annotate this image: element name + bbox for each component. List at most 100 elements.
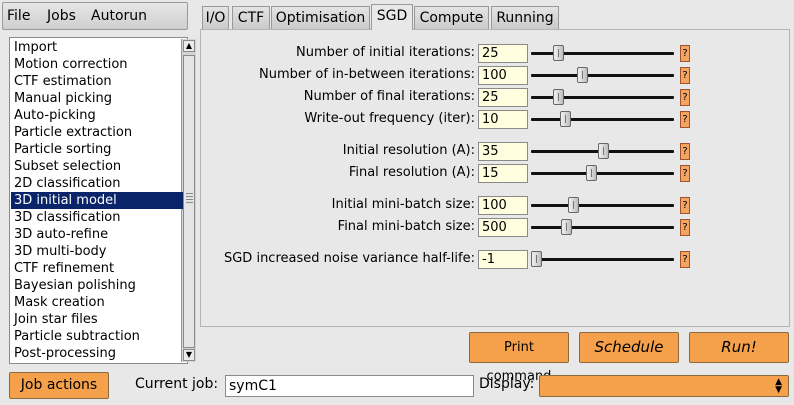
display-select[interactable]: ▲ ▼ — [539, 375, 789, 397]
field-slider[interactable] — [529, 218, 676, 237]
field-label: Initial resolution (A): — [342, 143, 475, 158]
field-slider[interactable] — [529, 88, 676, 107]
slider-knob[interactable] — [553, 45, 564, 61]
job-list-scrollbar[interactable]: ▲ ▼ — [181, 39, 196, 362]
scroll-thumb[interactable] — [183, 55, 195, 348]
job-list-item[interactable]: Subset selection — [14, 158, 121, 175]
slider-track — [531, 74, 674, 77]
grip-line — [186, 199, 193, 200]
field-slider[interactable] — [529, 66, 676, 85]
field-slider[interactable] — [529, 164, 676, 183]
job-list-item[interactable]: 3D auto-refine — [14, 226, 108, 243]
help-button[interactable]: ? — [680, 219, 690, 236]
field-label: SGD increased noise variance half-life: — [223, 251, 475, 266]
print-command-button[interactable]: Print command — [469, 332, 569, 384]
grip-line — [186, 196, 193, 197]
up-down-arrows-icon: ▲ ▼ — [775, 377, 782, 395]
slider-knob[interactable] — [561, 219, 572, 235]
job-list-item[interactable]: 2D classification — [14, 175, 121, 192]
field-slider[interactable] — [529, 250, 676, 269]
field-value-input[interactable]: 25 — [478, 44, 528, 63]
help-button[interactable]: ? — [680, 197, 690, 214]
field-value-input[interactable]: 100 — [478, 66, 528, 85]
job-actions-button[interactable]: Job actions — [9, 372, 109, 399]
field-value-input[interactable]: 100 — [478, 196, 528, 215]
job-list-item[interactable]: Particle extraction — [14, 124, 132, 141]
tab-optimisation[interactable]: Optimisation — [271, 6, 370, 29]
job-list-item[interactable]: Join star files — [14, 311, 98, 328]
help-button[interactable]: ? — [680, 251, 690, 268]
slider-knob[interactable] — [577, 67, 588, 83]
slider-track — [531, 118, 674, 121]
display-label: Display: — [479, 376, 535, 392]
job-list-item[interactable]: 3D classification — [14, 209, 121, 226]
field-value-input[interactable]: 15 — [478, 164, 528, 183]
triangle-up-icon: ▲ — [185, 41, 193, 50]
field-label: Final resolution (A): — [348, 165, 475, 180]
field-label: Initial mini-batch size: — [331, 197, 475, 212]
tab-i-o[interactable]: I/O — [202, 6, 229, 29]
job-list-item[interactable]: Import — [14, 39, 57, 56]
field-slider[interactable] — [529, 110, 676, 129]
job-list-item[interactable]: 3D multi-body — [14, 243, 106, 260]
field-label: Final mini-batch size: — [337, 219, 475, 234]
field-value-input[interactable]: -1 — [478, 250, 528, 269]
menu-jobs[interactable]: Jobs — [47, 8, 76, 24]
help-button[interactable]: ? — [680, 143, 690, 160]
job-list-item[interactable]: Mask creation — [14, 294, 105, 311]
field-slider[interactable] — [529, 142, 676, 161]
help-button[interactable]: ? — [680, 89, 690, 106]
job-list-item[interactable]: Particle subtraction — [14, 328, 140, 345]
field-value-input[interactable]: 35 — [478, 142, 528, 161]
help-button[interactable]: ? — [680, 45, 690, 62]
tab-sgd[interactable]: SGD — [371, 4, 413, 30]
slider-knob[interactable] — [568, 197, 579, 213]
slider-knob[interactable] — [598, 143, 609, 159]
job-list-item[interactable]: Auto-picking — [14, 107, 96, 124]
job-list-item[interactable]: Manual picking — [14, 90, 112, 107]
tab-running[interactable]: Running — [491, 6, 559, 29]
job-list-item[interactable]: Post-processing — [14, 345, 116, 362]
triangle-down-icon: ▼ — [185, 350, 193, 359]
help-button[interactable]: ? — [680, 165, 690, 182]
tab-compute[interactable]: Compute — [414, 6, 489, 29]
field-slider[interactable] — [529, 44, 676, 63]
slider-track — [531, 226, 674, 229]
tab-ctf[interactable]: CTF — [232, 6, 270, 29]
slider-knob[interactable] — [586, 165, 597, 181]
scroll-down-button[interactable]: ▼ — [183, 349, 195, 361]
job-list-item[interactable]: Particle sorting — [14, 141, 111, 158]
job-list-item[interactable]: 3D initial model — [11, 192, 183, 209]
menu-autorun[interactable]: Autorun — [91, 8, 147, 24]
slider-knob[interactable] — [553, 89, 564, 105]
field-label: Write-out frequency (iter): — [304, 111, 475, 126]
slider-knob[interactable] — [560, 111, 571, 127]
job-list-item[interactable]: CTF refinement — [14, 260, 114, 277]
field-value-input[interactable]: 500 — [478, 218, 528, 237]
field-label: Number of in-between iterations: — [259, 67, 475, 82]
help-button[interactable]: ? — [680, 111, 690, 128]
schedule-button[interactable]: Schedule — [579, 332, 679, 363]
slider-track — [531, 258, 674, 261]
grip-line — [186, 202, 193, 203]
job-list-item[interactable]: Bayesian polishing — [14, 277, 136, 294]
current-job-input[interactable]: symC1 — [225, 375, 474, 397]
field-value-input[interactable]: 25 — [478, 88, 528, 107]
field-label: Number of initial iterations: — [296, 45, 475, 60]
job-list-item[interactable]: CTF estimation — [14, 73, 112, 90]
slider-track — [531, 172, 674, 175]
menu-file[interactable]: File — [7, 8, 30, 24]
grip-line — [186, 193, 193, 194]
current-job-label: Current job: — [135, 376, 219, 392]
run-button[interactable]: Run! — [689, 332, 789, 363]
slider-knob[interactable] — [531, 251, 542, 267]
scroll-up-button[interactable]: ▲ — [183, 40, 195, 52]
slider-track — [531, 204, 674, 207]
menubar: File Jobs Autorun — [2, 2, 188, 30]
field-label: Number of final iterations: — [303, 89, 475, 104]
field-slider[interactable] — [529, 196, 676, 215]
field-value-input[interactable]: 10 — [478, 110, 528, 129]
job-type-list[interactable]: ▲ ▼ Import Motion correction CTF estimatio… — [9, 37, 196, 364]
job-list-item[interactable]: Motion correction — [14, 56, 128, 73]
help-button[interactable]: ? — [680, 67, 690, 84]
